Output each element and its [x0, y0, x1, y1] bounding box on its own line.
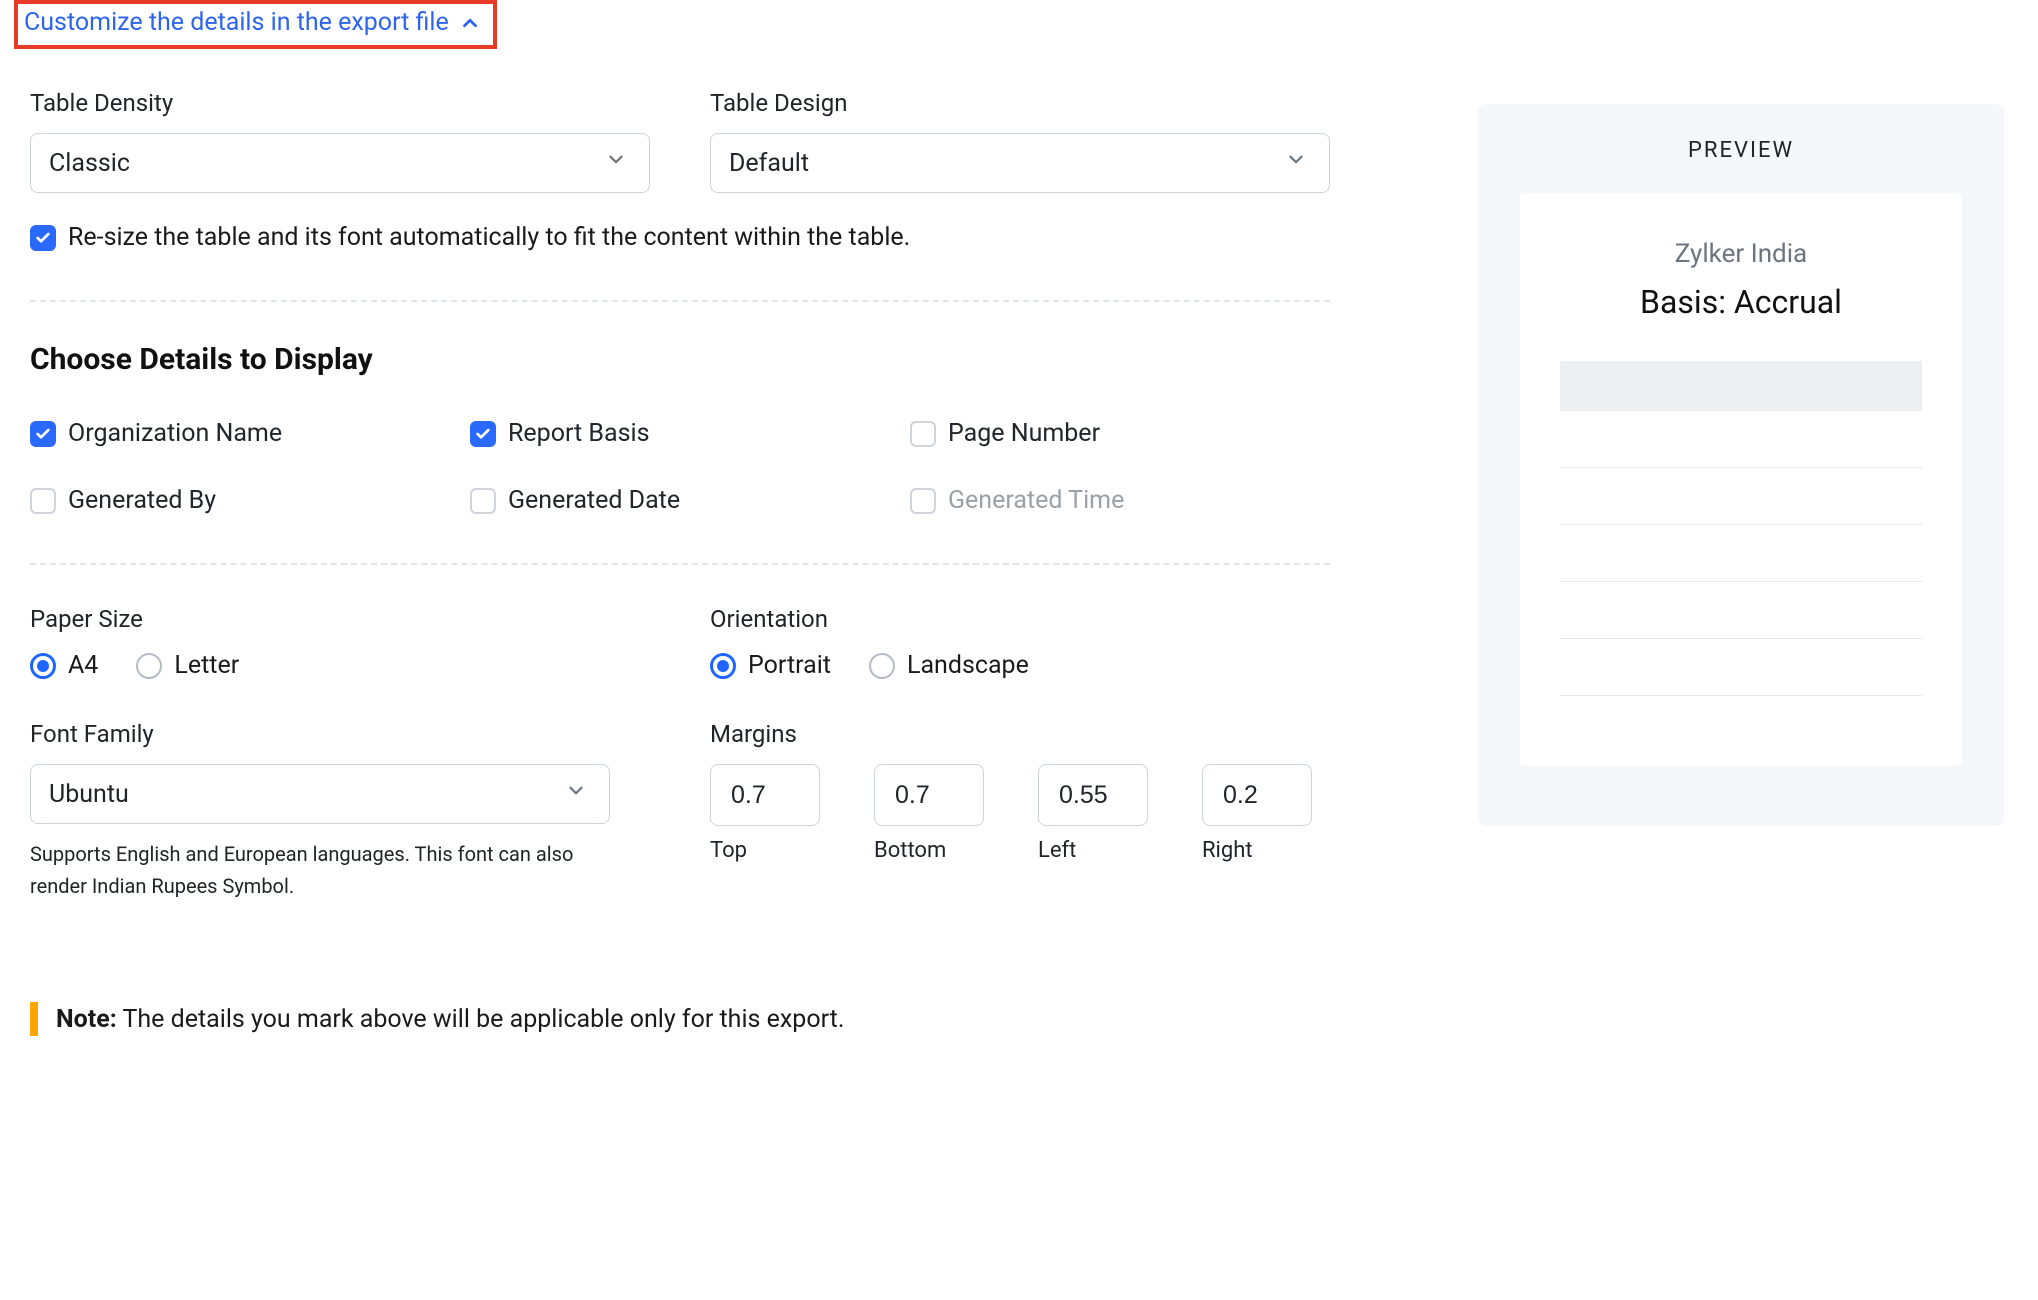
orientation-radio[interactable]: Landscape	[869, 651, 1029, 680]
preview-panel: PREVIEW Zylker India Basis: Accrual	[1478, 104, 2004, 826]
customize-export-toggle-label: Customize the details in the export file	[24, 8, 449, 37]
table-design-label: Table Design	[710, 89, 1330, 117]
margin-right-input[interactable]	[1202, 764, 1312, 826]
details-section-title: Choose Details to Display	[30, 342, 1330, 377]
detail-item: Organization Name	[30, 419, 470, 448]
detail-label: Page Number	[948, 419, 1100, 448]
chevron-up-icon	[459, 12, 481, 34]
preview-table-row	[1560, 581, 1922, 582]
font-family-select[interactable]: Ubuntu	[30, 764, 610, 824]
margins-label: Margins	[710, 720, 1330, 748]
detail-label: Organization Name	[68, 419, 282, 448]
margin-top-input[interactable]	[710, 764, 820, 826]
radio-icon	[136, 653, 162, 679]
font-family-label: Font Family	[30, 720, 650, 748]
paper-size-radio[interactable]: A4	[30, 651, 98, 680]
resize-checkbox-label: Re-size the table and its font automatic…	[68, 223, 910, 252]
detail-item: Generated Time	[910, 486, 1310, 515]
font-family-value: Ubuntu	[49, 780, 129, 809]
preview-title: PREVIEW	[1520, 138, 1962, 163]
radio-icon	[30, 653, 56, 679]
table-design-select[interactable]: Default	[710, 133, 1330, 193]
preview-table-row	[1560, 695, 1922, 696]
detail-checkbox[interactable]	[30, 488, 56, 514]
detail-label: Report Basis	[508, 419, 649, 448]
detail-checkbox[interactable]	[470, 421, 496, 447]
margin-right-label: Right	[1202, 838, 1312, 863]
preview-table-row	[1560, 524, 1922, 525]
margin-bottom-input[interactable]	[874, 764, 984, 826]
table-density-label: Table Density	[30, 89, 650, 117]
customize-export-toggle[interactable]: Customize the details in the export file	[14, 0, 497, 49]
detail-item: Page Number	[910, 419, 1310, 448]
chevron-down-icon	[605, 149, 627, 178]
detail-label: Generated Date	[508, 486, 680, 515]
orientation-radio[interactable]: Portrait	[710, 651, 831, 680]
margin-top-label: Top	[710, 838, 820, 863]
chevron-down-icon	[565, 780, 587, 809]
divider	[30, 563, 1330, 565]
preview-table-row	[1560, 467, 1922, 468]
preview-table-row	[1560, 638, 1922, 639]
detail-item: Generated Date	[470, 486, 910, 515]
detail-item: Report Basis	[470, 419, 910, 448]
detail-checkbox[interactable]	[910, 421, 936, 447]
detail-label: Generated Time	[948, 486, 1124, 515]
paper-size-radio[interactable]: Letter	[136, 651, 239, 680]
orientation-radio-label: Landscape	[907, 651, 1029, 680]
table-density-value: Classic	[49, 149, 130, 178]
table-design-value: Default	[729, 149, 809, 178]
orientation-radio-label: Portrait	[748, 651, 831, 680]
paper-size-radio-label: Letter	[174, 651, 239, 680]
margin-left-input[interactable]	[1038, 764, 1148, 826]
divider	[30, 300, 1330, 302]
margin-left-label: Left	[1038, 838, 1148, 863]
orientation-label: Orientation	[710, 605, 1330, 633]
radio-icon	[869, 653, 895, 679]
detail-item: Generated By	[30, 486, 470, 515]
paper-size-label: Paper Size	[30, 605, 650, 633]
detail-checkbox[interactable]	[30, 421, 56, 447]
detail-checkbox[interactable]	[470, 488, 496, 514]
margin-bottom-label: Bottom	[874, 838, 984, 863]
radio-icon	[710, 653, 736, 679]
preview-table-header	[1560, 361, 1922, 411]
table-density-select[interactable]: Classic	[30, 133, 650, 193]
preview-company: Zylker India	[1560, 239, 1922, 269]
resize-checkbox[interactable]	[30, 225, 56, 251]
preview-basis: Basis: Accrual	[1560, 283, 1922, 321]
preview-page: Zylker India Basis: Accrual	[1520, 193, 1962, 766]
note-text: Note: The details you mark above will be…	[56, 1005, 844, 1034]
note-accent-bar	[30, 1002, 38, 1036]
paper-size-radio-label: A4	[68, 651, 98, 680]
chevron-down-icon	[1285, 149, 1307, 178]
detail-checkbox	[910, 488, 936, 514]
font-family-help: Supports English and European languages.…	[30, 838, 600, 902]
detail-label: Generated By	[68, 486, 216, 515]
